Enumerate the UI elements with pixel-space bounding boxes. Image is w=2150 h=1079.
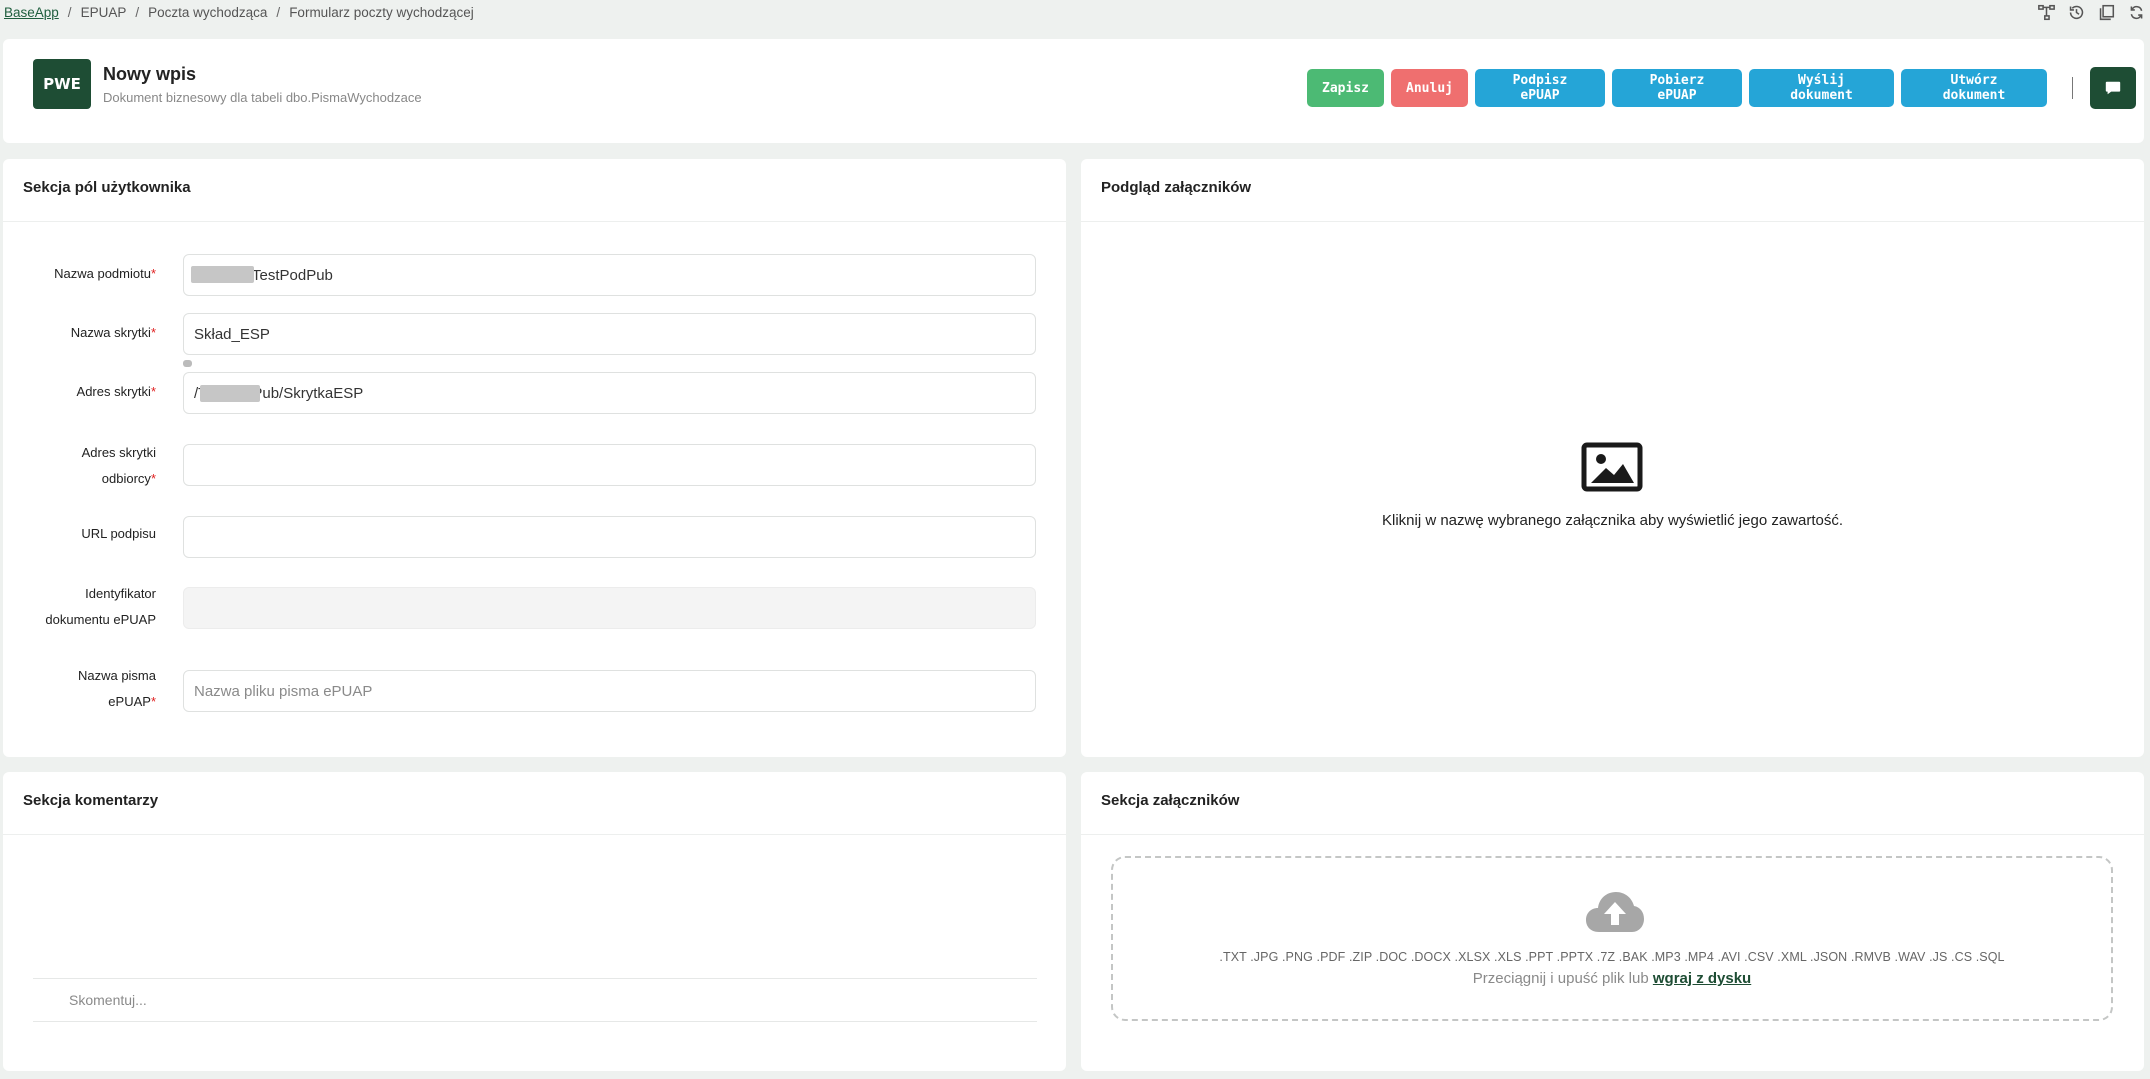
required-mark: * xyxy=(150,325,156,340)
attachment-preview-section: Podgląd załączników Kliknij w nazwę wybr… xyxy=(1081,159,2144,757)
required-mark: * xyxy=(150,266,156,281)
breadcrumb-current: Formularz poczty wychodzącej xyxy=(289,5,474,20)
document-type-badge: PWE xyxy=(33,59,91,109)
attachments-section: Sekcja załączników .TXT .JPG .PNG .PDF .… xyxy=(1081,772,2144,1071)
field-label-entity-name: Nazwa podmiotu* xyxy=(54,266,156,281)
chat-icon xyxy=(2105,81,2121,95)
field-label-epuap-letter-name: Nazwa pisma ePUAP* xyxy=(77,668,156,709)
breadcrumb-baseapp[interactable]: BaseApp xyxy=(4,5,59,20)
top-bar: BaseApp / EPUAP / Poczta wychodząca / Formular… xyxy=(0,0,2150,28)
section-divider xyxy=(1081,834,2144,835)
documents-icon[interactable] xyxy=(2096,2,2116,22)
file-dropzone[interactable]: .TXT .JPG .PNG .PDF .ZIP .DOC .DOCX .XLS… xyxy=(1111,856,2113,1021)
required-mark: * xyxy=(150,384,156,399)
required-mark: * xyxy=(150,694,156,709)
upload-from-disk-link[interactable]: wgraj z dysku xyxy=(1653,970,1751,987)
field-label-signature-url: URL podpisu xyxy=(81,526,156,541)
signature-url-input[interactable] xyxy=(183,516,1036,558)
required-mark: * xyxy=(150,471,156,486)
section-title: Podgląd załączników xyxy=(1101,179,1252,196)
breadcrumb-separator: / xyxy=(67,5,72,20)
field-label-recipient-box-address: Adres skrytki odbiorcy* xyxy=(81,445,156,486)
cloud-upload-icon xyxy=(1585,890,1645,934)
send-document-button[interactable]: Wyślij dokument xyxy=(1749,69,1894,107)
diagram-icon[interactable] xyxy=(2036,2,2056,22)
create-document-button[interactable]: Utwórz dokument xyxy=(1901,69,2047,107)
page-title: Nowy wpis xyxy=(103,64,197,84)
drop-instructions: Przeciągnij i upuść plik lub wgraj z dys… xyxy=(1472,970,1752,987)
breadcrumb-separator: / xyxy=(276,5,281,20)
field-label-epuap-document-id: Identyfikator dokumentu ePUAP xyxy=(45,586,156,627)
box-address-input[interactable] xyxy=(183,372,1036,414)
comments-toggle-button[interactable] xyxy=(2090,67,2136,109)
section-title: Sekcja pól użytkownika xyxy=(23,179,191,196)
action-toolbar: Zapisz Anuluj Podpisz ePUAP Pobierz ePUA… xyxy=(1300,67,2136,109)
comment-box xyxy=(33,978,1037,1022)
toolbar-divider xyxy=(2072,77,2073,99)
history-icon[interactable] xyxy=(2066,2,2086,22)
breadcrumb-epuap[interactable]: EPUAP xyxy=(81,5,127,20)
section-divider xyxy=(3,221,1066,222)
document-header: PWE Nowy wpis Dokument biznesowy dla tab… xyxy=(3,39,2144,143)
image-icon xyxy=(1581,442,1643,492)
preview-placeholder-message: Kliknij w nazwę wybranego załącznika aby… xyxy=(1381,512,1844,529)
allowed-extensions: .TXT .JPG .PNG .PDF .ZIP .DOC .DOCX .XLS… xyxy=(1219,950,2005,964)
section-title: Sekcja komentarzy xyxy=(23,792,159,809)
save-button[interactable]: Zapisz xyxy=(1307,69,1384,107)
epuap-letter-name-input[interactable] xyxy=(183,670,1036,712)
field-label-box-name: Nazwa skrytki* xyxy=(70,325,156,340)
epuap-document-id-input xyxy=(183,587,1036,629)
top-toolbar xyxy=(2036,2,2146,22)
cancel-button[interactable]: Anuluj xyxy=(1391,69,1468,107)
section-title: Sekcja załączników xyxy=(1101,792,1240,809)
page-subtitle: Dokument biznesowy dla tabeli dbo.PismaW… xyxy=(103,90,422,105)
refresh-icon[interactable] xyxy=(2126,2,2146,22)
field-label-box-address: Adres skrytki* xyxy=(76,384,156,399)
recipient-box-address-input[interactable] xyxy=(183,444,1036,486)
entity-name-input[interactable] xyxy=(183,254,1036,296)
resize-handle xyxy=(183,360,192,367)
section-divider xyxy=(3,834,1066,835)
breadcrumb-separator: / xyxy=(135,5,140,20)
redacted-text xyxy=(200,385,260,402)
box-name-input[interactable] xyxy=(183,313,1036,355)
fetch-epuap-button[interactable]: Pobierz ePUAP xyxy=(1612,69,1742,107)
redacted-text xyxy=(191,266,254,283)
sign-epuap-button[interactable]: Podpisz ePUAP xyxy=(1475,69,1605,107)
comments-section: Sekcja komentarzy xyxy=(3,772,1066,1071)
comment-input[interactable] xyxy=(33,979,1037,1021)
section-divider xyxy=(1081,221,2144,222)
breadcrumb-outgoing-mail[interactable]: Poczta wychodząca xyxy=(148,5,267,20)
breadcrumb: BaseApp / EPUAP / Poczta wychodząca / Formular… xyxy=(4,5,474,20)
user-fields-section: Sekcja pól użytkownika Nazwa podmiotu* N… xyxy=(3,159,1066,757)
